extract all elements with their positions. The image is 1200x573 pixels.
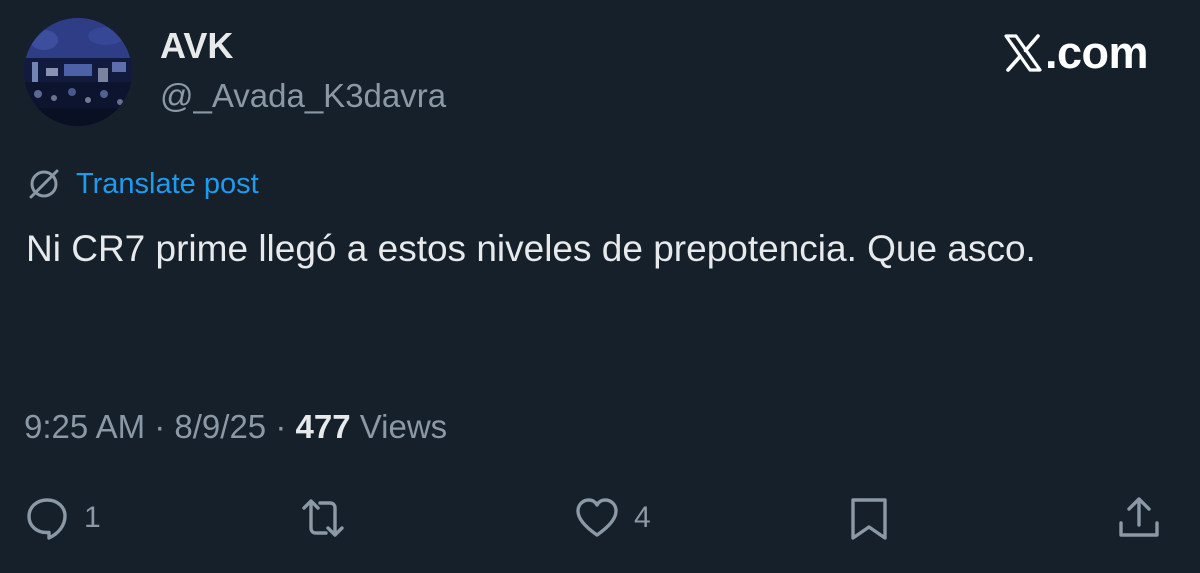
- bookmark-icon: [851, 498, 887, 540]
- action-bar: 1 4: [0, 488, 1200, 548]
- bookmark-button[interactable]: [846, 488, 906, 548]
- share-icon: [1119, 497, 1159, 537]
- globe-slash-icon: [29, 169, 59, 199]
- reply-count: 1: [84, 501, 101, 534]
- brand-logo: .com: [1003, 27, 1149, 78]
- crowd-photo-avatar: [24, 18, 132, 126]
- meta-separator: ·: [145, 408, 175, 445]
- heart-icon: [576, 498, 618, 537]
- reply-button[interactable]: 1: [24, 488, 101, 548]
- brand-domain: .com: [1044, 27, 1149, 78]
- like-count: 4: [634, 501, 651, 534]
- meta-separator: ·: [266, 408, 296, 445]
- repost-button[interactable]: [300, 488, 360, 548]
- reply-icon: [27, 498, 67, 540]
- author-display-name[interactable]: AVK: [160, 26, 233, 66]
- share-button[interactable]: [1116, 488, 1176, 548]
- author-handle[interactable]: @_Avada_K3davra: [160, 76, 446, 116]
- views-count: 477: [295, 408, 351, 445]
- x-logo-icon: [1004, 34, 1042, 72]
- like-button[interactable]: 4: [574, 488, 651, 548]
- post-time[interactable]: 9:25 AM: [24, 408, 145, 445]
- translate-post-button[interactable]: Translate post: [26, 164, 259, 204]
- repost-icon: [302, 499, 344, 537]
- post-metadata: 9:25 AM · 8/9/25 · 477 Views: [24, 406, 447, 448]
- avatar[interactable]: [24, 18, 132, 126]
- post-date[interactable]: 8/9/25: [174, 408, 266, 445]
- translate-post-label: Translate post: [76, 167, 259, 200]
- views-label: Views: [350, 408, 448, 445]
- post-text: Ni CR7 prime llegó a estos niveles de pr…: [26, 228, 1036, 269]
